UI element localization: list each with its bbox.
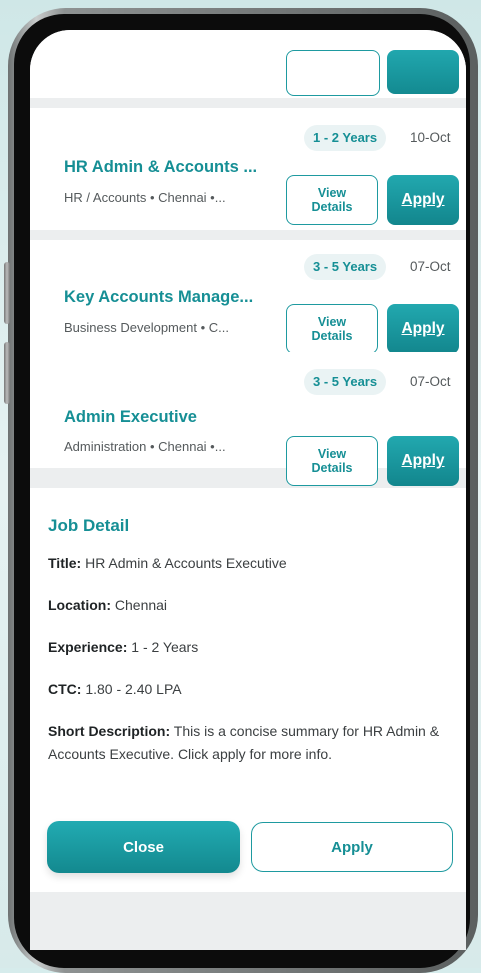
ctc-value: 1.80 - 2.40 LPA	[85, 681, 182, 697]
experience-badge: 3 - 5 Years	[304, 369, 387, 395]
detail-apply-button[interactable]: Apply	[251, 822, 453, 872]
detail-ctc-row: CTC: 1.80 - 2.40 LPA	[48, 678, 448, 701]
view-label: View	[317, 447, 347, 461]
detail-title-row: Title: HR Admin & Accounts Executive	[48, 552, 448, 575]
job-title[interactable]: Key Accounts Manage...	[64, 288, 253, 307]
description-label: Short Description:	[48, 723, 171, 739]
location-label: Location:	[48, 597, 111, 613]
apply-button[interactable]: Apply	[387, 436, 459, 486]
detail-experience-row: Experience: 1 - 2 Years	[48, 636, 448, 659]
posted-date: 07-Oct	[410, 259, 451, 274]
location-value: Chennai	[114, 597, 168, 613]
job-meta: Business Development • C...	[64, 320, 229, 335]
job-title[interactable]: HR Admin & Accounts ...	[64, 158, 257, 177]
app-screen: HR Admin & Accounts ... HR / Accounts • …	[30, 30, 466, 950]
apply-button-partial[interactable]	[387, 50, 459, 94]
experience-badge: 3 - 5 Years	[304, 254, 387, 280]
ctc-label: CTC:	[48, 681, 82, 697]
details-label: Details	[311, 461, 353, 475]
view-details-button[interactable]: View Details	[286, 304, 378, 354]
view-details-button[interactable]: View Details	[286, 436, 378, 486]
posted-date: 07-Oct	[410, 374, 451, 389]
experience-label: Experience:	[48, 639, 128, 655]
experience-value: 1 - 2 Years	[131, 639, 199, 655]
volume-down-button	[4, 342, 10, 404]
view-label: View	[317, 315, 347, 329]
job-card[interactable]: Key Accounts Manage... Business Developm…	[30, 240, 466, 362]
job-meta: Administration • Chennai •...	[64, 439, 226, 454]
posted-date: 10-Oct	[410, 130, 451, 145]
view-label: View	[317, 186, 347, 200]
apply-button[interactable]: Apply	[387, 175, 459, 225]
volume-up-button	[4, 262, 10, 324]
apply-button[interactable]: Apply	[387, 304, 459, 354]
job-detail-heading: Job Detail	[48, 516, 130, 535]
detail-location-row: Location: Chennai	[48, 594, 448, 617]
close-button[interactable]: Close	[47, 821, 240, 873]
title-label: Title:	[48, 555, 82, 571]
job-card[interactable]: Admin Executive Administration • Chennai…	[30, 352, 466, 486]
view-details-button-partial[interactable]	[286, 50, 380, 96]
job-card[interactable]: HR Admin & Accounts ... HR / Accounts • …	[30, 108, 466, 230]
details-label: Details	[311, 200, 353, 214]
job-title[interactable]: Admin Executive	[64, 408, 197, 427]
details-label: Details	[311, 329, 353, 343]
detail-description-row: Short Description: This is a concise sum…	[48, 720, 448, 766]
job-meta: HR / Accounts • Chennai •...	[64, 190, 226, 205]
view-details-button[interactable]: View Details	[286, 175, 378, 225]
experience-badge: 1 - 2 Years	[304, 125, 387, 151]
job-card-partial	[30, 30, 466, 98]
title-value: HR Admin & Accounts Executive	[85, 555, 287, 571]
job-detail-panel: Job Detail Title: HR Admin & Accounts Ex…	[30, 488, 466, 892]
